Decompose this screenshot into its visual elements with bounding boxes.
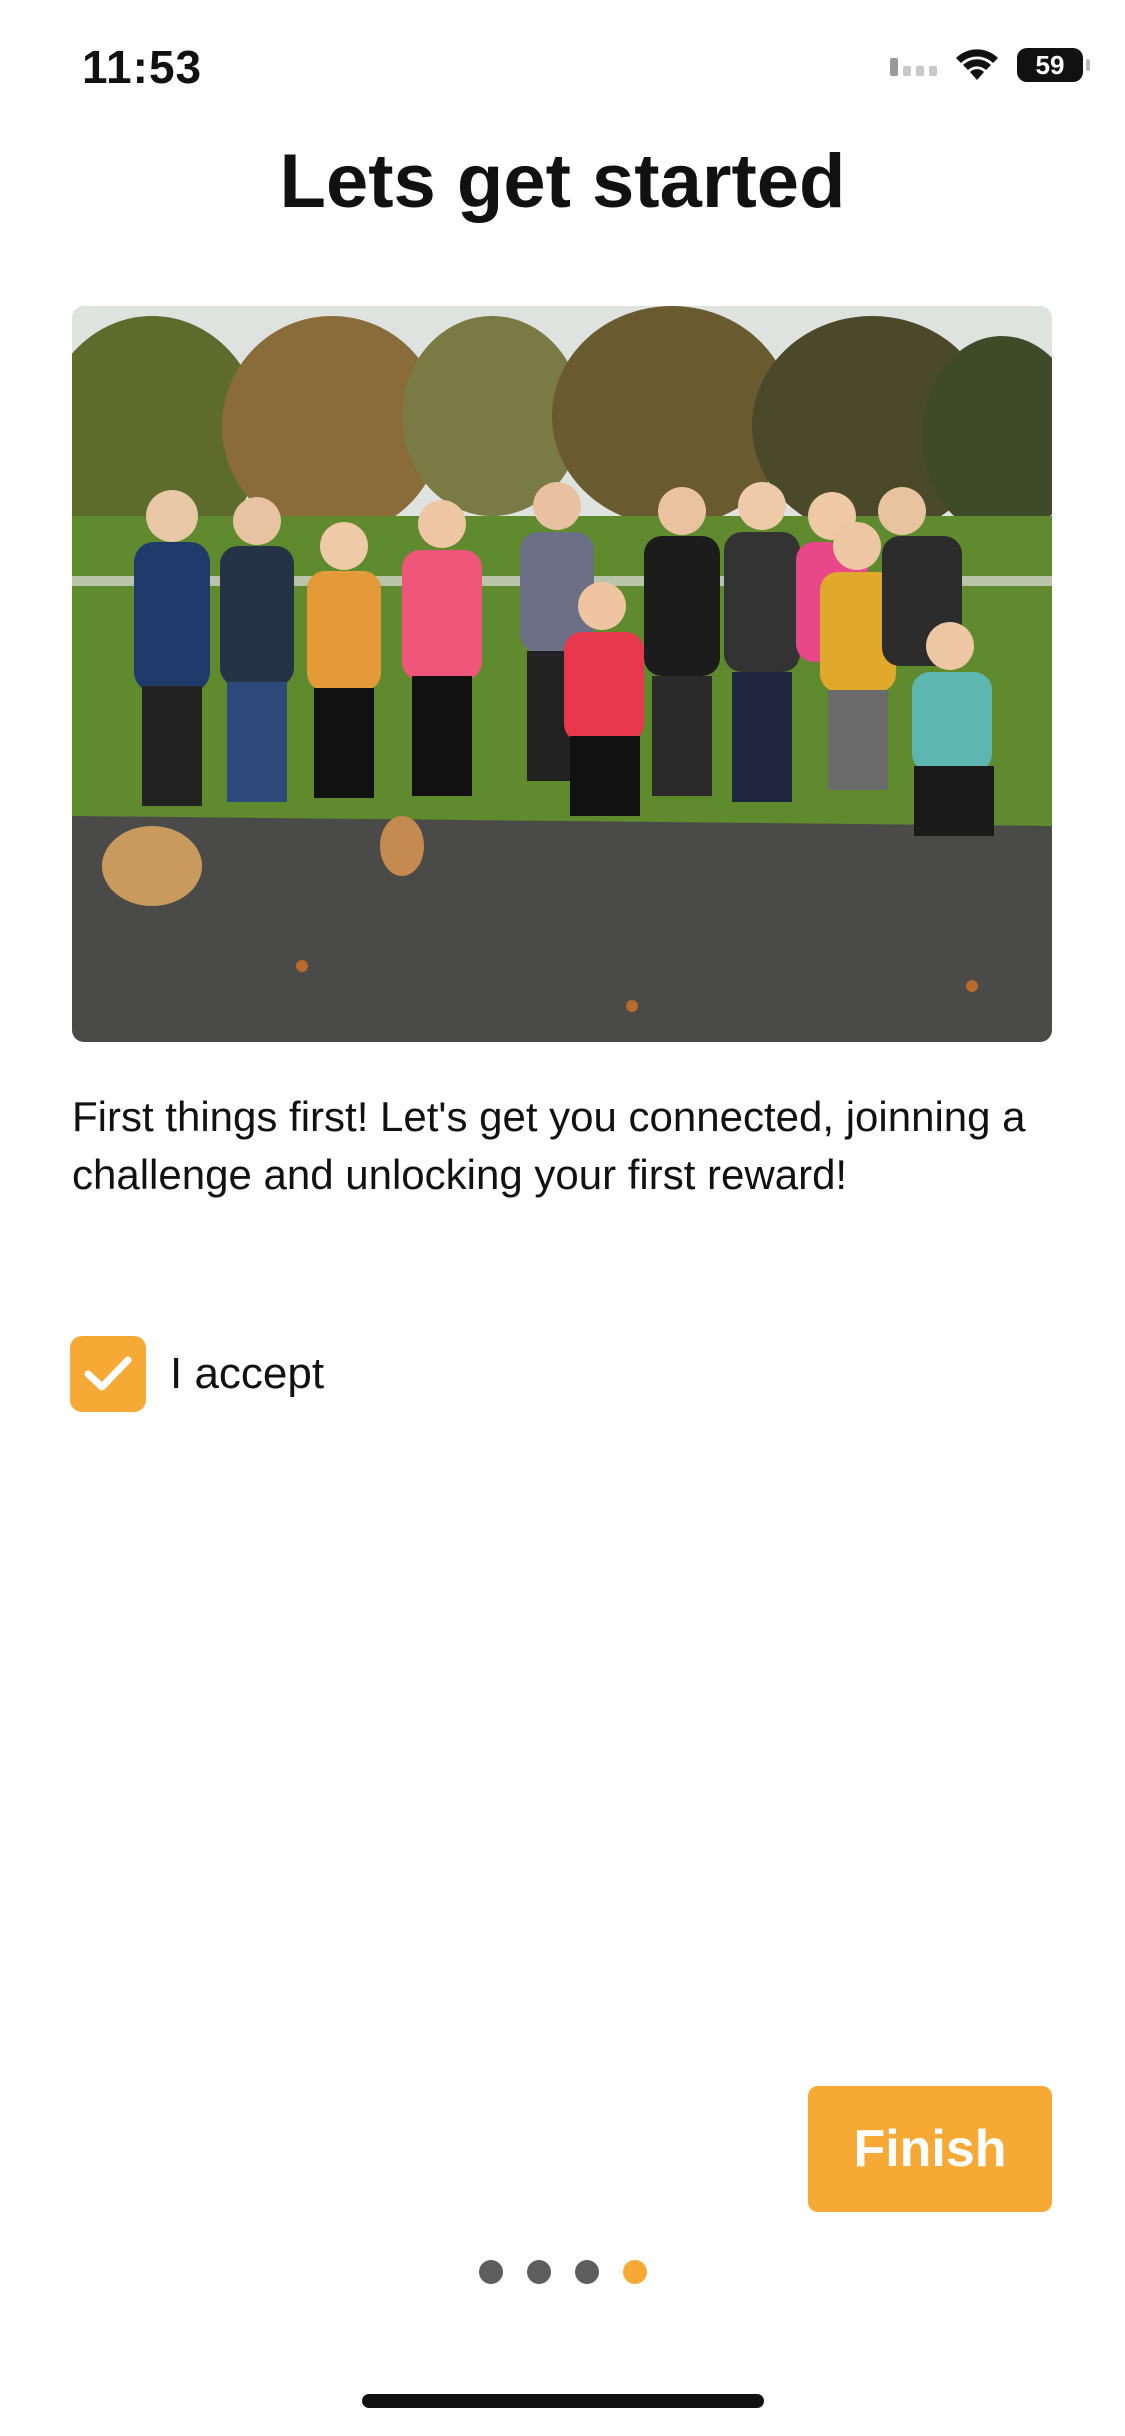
cellular-signal-icon <box>890 54 937 76</box>
intro-text: First things first! Let's get you connec… <box>72 1093 1026 1198</box>
page-dot-2 <box>526 2260 551 2284</box>
finish-button[interactable]: Finish <box>808 2086 1052 2212</box>
accept-checkbox[interactable] <box>70 1336 146 1412</box>
group-photo <box>72 306 1052 1042</box>
page-dot-3 <box>574 2260 599 2284</box>
page-indicator <box>0 2260 1125 2284</box>
checkmark-icon <box>84 1356 132 1391</box>
accept-label: I accept <box>170 1349 325 1398</box>
accept-row[interactable]: I accept <box>70 1336 324 1412</box>
battery-icon: 59 <box>1017 48 1090 82</box>
home-indicator[interactable] <box>362 2394 764 2408</box>
status-bar: 11:53 59 <box>0 0 1125 140</box>
wifi-icon <box>956 49 998 80</box>
page-dot-1 <box>478 2260 503 2284</box>
status-icons: 59 <box>890 48 1090 82</box>
page-title: Lets get started <box>279 139 846 224</box>
page-dot-4 <box>622 2260 647 2284</box>
status-time: 11:53 <box>82 41 203 93</box>
